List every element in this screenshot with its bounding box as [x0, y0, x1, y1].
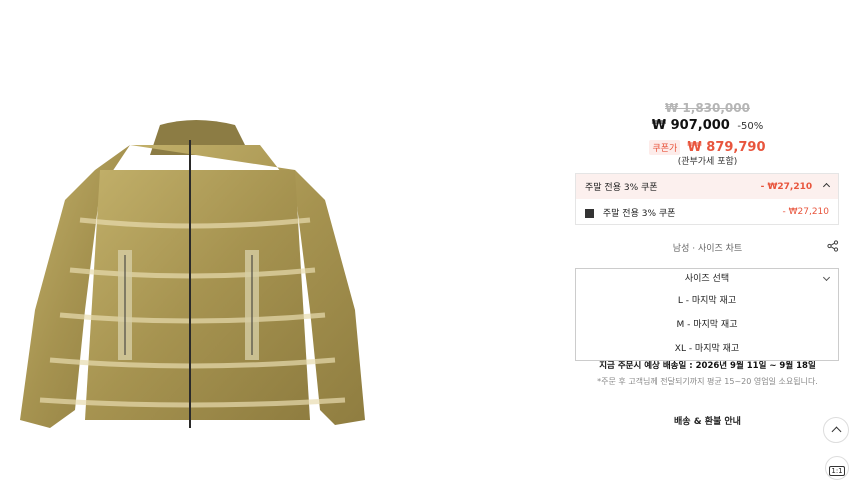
size-option-xl[interactable]: XL - 마지막 재고 [576, 337, 838, 361]
size-select[interactable]: 사이즈 선택 [575, 268, 839, 290]
ratio-label: 1:1 [829, 466, 845, 476]
chevron-up-icon [822, 182, 831, 191]
sale-price-row: ₩ 907,000 -50% [575, 118, 840, 133]
coupon-tag: 쿠폰가 [649, 140, 681, 155]
shipping-refund-link[interactable]: 배송 & 환불 안내 [575, 414, 840, 427]
size-option-m[interactable]: M - 마지막 재고 [576, 313, 838, 337]
size-options-list: L - 마지막 재고 M - 마지막 재고 XL - 마지막 재고 [575, 289, 839, 361]
original-price: ₩ 1,830,000 [665, 101, 750, 115]
discount-rate: -50% [737, 121, 764, 132]
size-select-placeholder: 사이즈 선택 [684, 274, 730, 284]
chevron-down-icon [822, 273, 831, 282]
coupon-checkbox[interactable] [585, 208, 594, 218]
coupon-price: ₩ 879,790 [687, 140, 766, 155]
delivery-note: *주문 후 고객님께 전달되기까지 평균 15~20 영업일 소요됩니다. [597, 377, 818, 386]
coupon-item-amount: - ₩27,210 [782, 207, 830, 217]
tax-note: (관부가세 포함) [677, 157, 738, 167]
coupon-header-amount: - ₩27,210 [760, 182, 813, 192]
product-image [20, 120, 365, 428]
scroll-top-button[interactable] [823, 417, 849, 443]
coupon-panel-header[interactable]: 주말 전용 3% 쿠폰 - ₩27,210 [576, 174, 838, 199]
coupon-panel: 주말 전용 3% 쿠폰 - ₩27,210 주말 전용 3% 쿠폰 - ₩27,… [575, 173, 839, 225]
sale-price: ₩ 907,000 [651, 118, 730, 133]
coupon-item-label: 주말 전용 3% 쿠폰 [602, 208, 676, 219]
scroll-top-icon [831, 426, 842, 437]
size-option-l[interactable]: L - 마지막 재고 [576, 289, 838, 313]
ratio-button[interactable]: 1:1 [825, 456, 849, 480]
share-icon[interactable] [827, 240, 839, 252]
size-chart-link[interactable]: 남성 · 사이즈 차트 [575, 241, 840, 254]
coupon-header-label: 주말 전용 3% 쿠폰 [585, 183, 658, 193]
coupon-item[interactable]: 주말 전용 3% 쿠폰 - ₩27,210 [576, 199, 838, 225]
